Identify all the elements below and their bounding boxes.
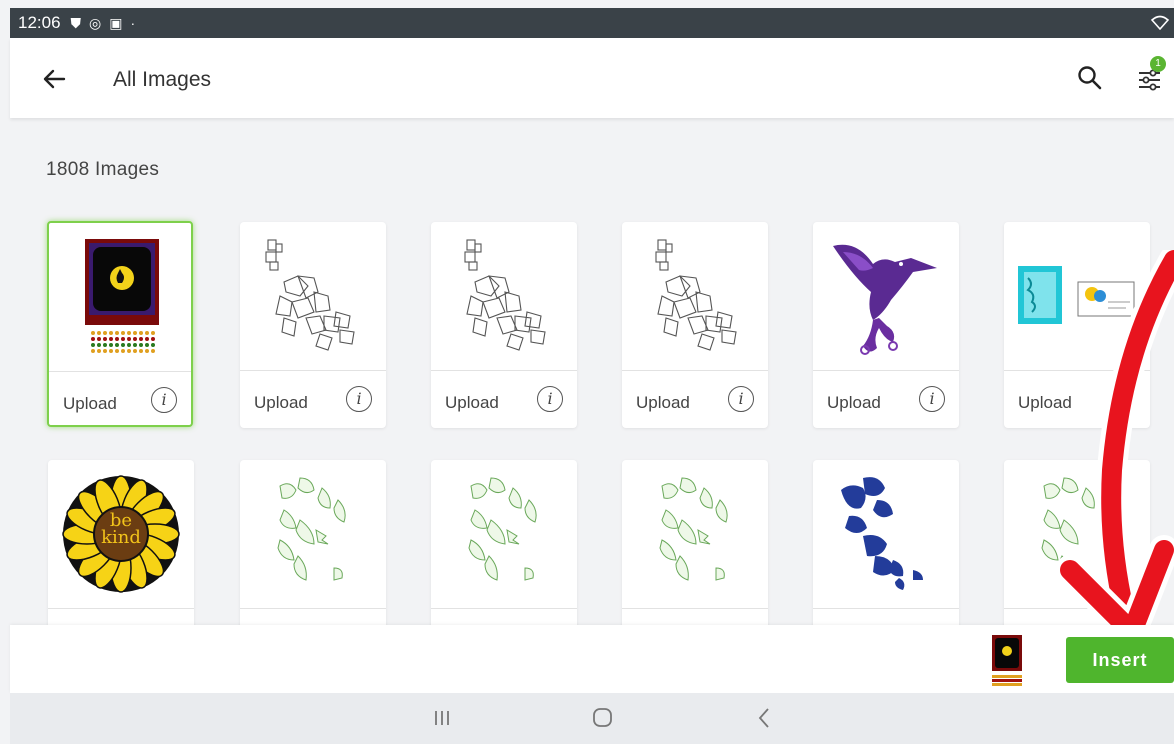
search-icon (1078, 66, 1102, 90)
search-button[interactable] (1076, 64, 1104, 92)
image-count: 1808 Images (46, 159, 160, 180)
image-thumbnail (622, 460, 768, 608)
page-title: All Images (113, 68, 212, 91)
tile-footer: Upload i (240, 370, 386, 428)
image-thumbnail: be kind (48, 460, 194, 608)
image-thumbnail (431, 460, 577, 608)
image-tile[interactable]: Upload i (47, 221, 193, 427)
tile-footer: Upload i (813, 370, 959, 428)
image-thumbnail (431, 222, 577, 370)
home-button[interactable] (582, 703, 622, 733)
image-tile[interactable]: Upload i (813, 222, 959, 428)
image-thumbnail (49, 223, 191, 371)
image-tile[interactable]: Upload i (622, 222, 768, 428)
image-tile[interactable]: Upload i (240, 222, 386, 428)
info-icon[interactable]: i (728, 386, 754, 412)
wifi-icon (1150, 14, 1170, 33)
tile-label: Upload (636, 393, 690, 412)
tile-label: Upload (254, 393, 308, 412)
image-tile[interactable]: Upload i (1004, 222, 1150, 428)
image-thumbnail (813, 460, 959, 608)
message-icon: ▣ (109, 14, 123, 31)
image-thumbnail (240, 222, 386, 370)
home-icon (593, 708, 612, 727)
image-thumbnail (1004, 460, 1150, 608)
system-nav-bar (10, 693, 1174, 744)
tablet-screen: 12:06 ⛊ ◎ ▣ · All Images 1 1808 Images U… (0, 0, 1174, 744)
status-time: 12:06 (18, 13, 61, 32)
back-chevron-icon (758, 708, 769, 728)
status-bar: 12:06 ⛊ ◎ ▣ · (10, 8, 1174, 38)
tile-label: Upload (63, 394, 117, 413)
image-thumbnail (813, 222, 959, 370)
filter-count-badge: 1 (1150, 56, 1166, 72)
tile-footer: Upload i (1004, 370, 1150, 428)
insert-button[interactable]: Insert (1066, 637, 1174, 683)
info-icon[interactable]: i (537, 386, 563, 412)
at-icon: ◎ (89, 14, 102, 31)
selected-image-preview[interactable] (990, 633, 1024, 687)
sunflower-text-line: kind (101, 527, 141, 548)
sunflower-text: be kind (48, 512, 194, 548)
back-button[interactable] (40, 64, 70, 94)
image-thumbnail (1004, 222, 1150, 370)
insert-bar: Insert (10, 625, 1174, 693)
info-icon[interactable]: i (919, 386, 945, 412)
tile-label: Upload (827, 393, 881, 412)
tile-label: Upload (445, 393, 499, 412)
system-back-button[interactable] (745, 703, 785, 733)
shield-icon: ⛊ (70, 14, 82, 31)
recents-icon (435, 711, 449, 725)
tile-footer: Upload i (622, 370, 768, 428)
image-thumbnail (240, 460, 386, 608)
image-tile[interactable]: Upload i (431, 222, 577, 428)
info-icon[interactable]: i (1110, 386, 1136, 412)
arrow-left-icon (43, 69, 66, 89)
recents-button[interactable] (422, 703, 462, 733)
info-icon[interactable]: i (151, 387, 177, 413)
tile-footer: Upload i (49, 371, 191, 425)
app-bar: All Images 1 (10, 38, 1174, 118)
dot-icon: · (130, 15, 136, 31)
info-icon[interactable]: i (346, 386, 372, 412)
tile-footer: Upload i (431, 370, 577, 428)
tile-label: Upload (1018, 393, 1072, 412)
image-thumbnail (622, 222, 768, 370)
